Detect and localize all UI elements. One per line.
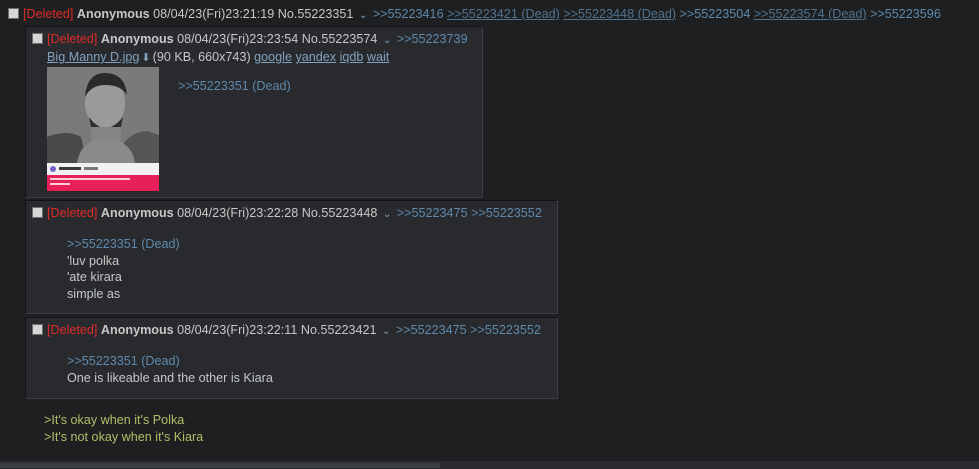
poster-name: Anonymous (100, 206, 174, 220)
chevron-down-icon[interactable]: ⌄ (382, 326, 390, 337)
message-line: simple as (67, 286, 121, 301)
backlink-dead[interactable]: >>55223574 (Dead) (754, 7, 867, 21)
post-number[interactable]: No.55223574 (302, 32, 378, 46)
post-number[interactable]: No.55223351 (278, 7, 354, 21)
message-line: One is likeable and the other is Kiara (67, 370, 273, 385)
poster-name: Anonymous (100, 32, 174, 46)
thumbnail-image[interactable] (47, 67, 159, 191)
reply-post: [Deleted] Anonymous 08/04/23(Fri)23:22:2… (25, 200, 558, 314)
post-date: 08/04/23(Fri)23:21:19 (153, 7, 275, 21)
post-message: >>55223351 (Dead) One is likeable and th… (67, 353, 273, 386)
quote-link-dead[interactable]: >>55223351 (Dead) (67, 237, 180, 251)
greentext-line: >It's not okay when it's Kiara (44, 429, 204, 444)
message-line: 'ate kirara (67, 270, 122, 284)
post-number[interactable]: No.55223421 (301, 323, 377, 337)
search-google-link[interactable]: google (254, 50, 292, 64)
backlink-dead[interactable]: >>55223448 (Dead) (563, 7, 676, 21)
backlink[interactable]: >>55223596 (870, 7, 941, 21)
reply-post: [Deleted] Anonymous 08/04/23(Fri)23:22:1… (25, 317, 558, 399)
deleted-tag: [Deleted] (23, 7, 74, 21)
search-yandex-link[interactable]: yandex (295, 50, 336, 64)
reply-header: [Deleted] Anonymous 08/04/23(Fri)23:22:2… (32, 205, 542, 223)
backlink[interactable]: >>55223416 (373, 7, 444, 21)
poster-name: Anonymous (100, 323, 174, 337)
chevron-down-icon[interactable]: ⌄ (383, 209, 391, 220)
post-number[interactable]: No.55223448 (302, 206, 378, 220)
backlink-dead[interactable]: >>55223421 (Dead) (447, 7, 560, 21)
reply-header: [Deleted] Anonymous 08/04/23(Fri)23:23:5… (32, 31, 468, 49)
chevron-down-icon[interactable]: ⌄ (359, 10, 367, 21)
deleted-tag: [Deleted] (47, 323, 98, 337)
greentext-line: >It's okay when it's Polka (44, 413, 185, 427)
op-message: >It's okay when it's Polka >It's not oka… (44, 412, 203, 445)
post-message: >>55223351 (Dead) 'luv polka 'ate kirara… (67, 236, 180, 302)
file-name-link[interactable]: Big Manny D.jpg (47, 50, 139, 64)
file-meta: (90 KB, 660x743) (152, 50, 251, 64)
post-message: >>55223351 (Dead) (178, 78, 291, 95)
backlink[interactable]: >>55223475 (396, 323, 467, 337)
backlink[interactable]: >>55223739 (397, 32, 468, 46)
search-iqdb-link[interactable]: iqdb (340, 50, 364, 64)
scrollbar-thumb[interactable] (0, 463, 440, 468)
reply-select-checkbox[interactable] (32, 207, 43, 218)
post-date: 08/04/23(Fri)23:22:28 (177, 206, 299, 220)
chevron-down-icon[interactable]: ⌄ (383, 35, 391, 46)
poster-name: Anonymous (76, 7, 150, 21)
op-header: [Deleted] Anonymous 08/04/23(Fri)23:21:1… (8, 6, 941, 24)
search-wait-link[interactable]: wait (367, 50, 389, 64)
backlink[interactable]: >>55223552 (470, 323, 541, 337)
op-select-checkbox[interactable] (8, 8, 19, 19)
quote-link-dead[interactable]: >>55223351 (Dead) (67, 354, 180, 368)
reply-header: [Deleted] Anonymous 08/04/23(Fri)23:22:1… (32, 322, 541, 340)
download-icon[interactable]: ⬇ (141, 52, 150, 64)
file-info: Big Manny D.jpg ⬇ (90 KB, 660x743) google … (47, 49, 389, 66)
backlink[interactable]: >>55223475 (397, 206, 468, 220)
horizontal-scrollbar[interactable] (0, 461, 979, 469)
deleted-tag: [Deleted] (47, 206, 98, 220)
reply-select-checkbox[interactable] (32, 324, 43, 335)
quote-link-dead[interactable]: >>55223351 (Dead) (178, 79, 291, 93)
post-date: 08/04/23(Fri)23:23:54 (177, 32, 299, 46)
reply-post: [Deleted] Anonymous 08/04/23(Fri)23:23:5… (25, 26, 483, 198)
post-date: 08/04/23(Fri)23:22:11 (177, 323, 298, 337)
reply-select-checkbox[interactable] (32, 33, 43, 44)
backlink[interactable]: >>55223552 (471, 206, 542, 220)
backlink[interactable]: >>55223504 (680, 7, 751, 21)
deleted-tag: [Deleted] (47, 32, 98, 46)
message-line: 'luv polka (67, 253, 120, 268)
